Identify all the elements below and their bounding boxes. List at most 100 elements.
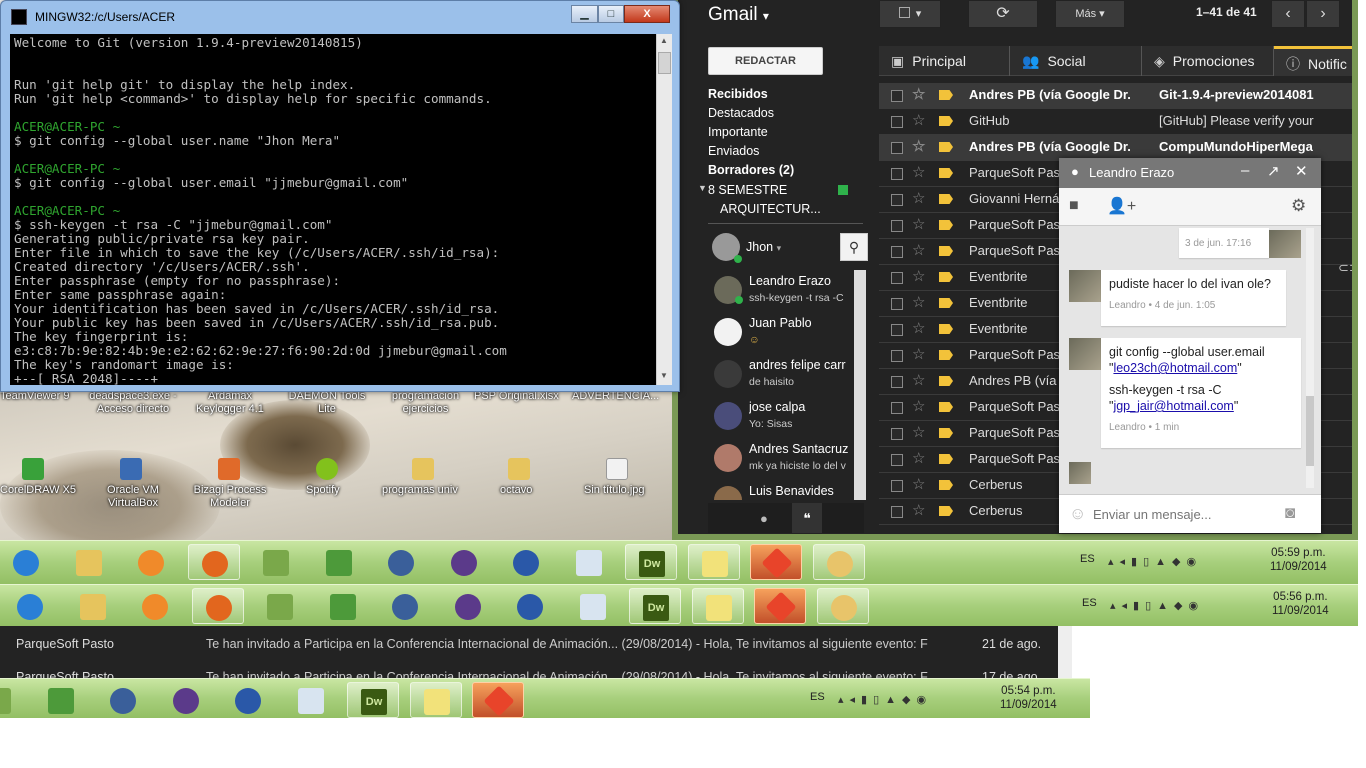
- taskbar-button-media[interactable]: [129, 588, 181, 624]
- taskbar-button-dw[interactable]: Dw: [625, 544, 677, 580]
- terminal-titlebar[interactable]: MINGW32:/c/Users/ACER ▁ □ X: [1, 1, 679, 33]
- bizagi-icon[interactable]: [218, 458, 240, 480]
- importance-marker-icon[interactable]: [939, 246, 953, 256]
- star-icon[interactable]: ☆: [912, 213, 925, 237]
- emoji-icon[interactable]: ☺: [1069, 504, 1086, 524]
- desktop-icon-coreldraw[interactable]: CorelDRAW X5: [0, 484, 76, 497]
- taskbar-button-pg[interactable]: [379, 588, 431, 624]
- importance-marker-icon[interactable]: [939, 376, 953, 386]
- system-tray-icons[interactable]: ▴◂▮▯▲◆◉: [1108, 555, 1202, 568]
- checkbox[interactable]: [891, 220, 903, 232]
- importance-marker-icon[interactable]: [939, 298, 953, 308]
- importance-marker-icon[interactable]: [939, 324, 953, 334]
- camera-icon[interactable]: ◙: [1285, 503, 1295, 523]
- desktop-icon-deadspace[interactable]: deadspace3.exe - Acceso directo: [88, 390, 178, 416]
- search-people-button[interactable]: ⚲: [840, 233, 868, 261]
- tab-promociones[interactable]: ◈ Promociones: [1142, 46, 1274, 76]
- taskbar-button-git[interactable]: [750, 544, 802, 580]
- language-indicator[interactable]: ES: [1082, 597, 1097, 609]
- checkbox[interactable]: [891, 402, 903, 414]
- taskbar-button-firefox[interactable]: [187, 544, 240, 580]
- coreldraw-icon[interactable]: [22, 458, 44, 480]
- desktop-icon-spotify[interactable]: Spotify: [306, 484, 340, 497]
- taskbar-button-sticky[interactable]: [687, 544, 740, 580]
- taskbar-button-firefox[interactable]: [191, 588, 244, 624]
- popout-icon[interactable]: ↗: [1267, 162, 1280, 180]
- email-link[interactable]: jgp_jair@hotmail.com: [1113, 399, 1233, 413]
- taskbar-button-git[interactable]: [472, 682, 524, 718]
- contact-item[interactable]: jose calpa Yo: Sisas: [714, 400, 850, 442]
- checkbox[interactable]: [891, 116, 903, 128]
- taskbar-button-pg[interactable]: [97, 682, 149, 718]
- chat-scrollbar[interactable]: [1306, 228, 1314, 488]
- nav-important[interactable]: Importante: [708, 125, 768, 139]
- importance-marker-icon[interactable]: [939, 194, 953, 204]
- taskbar-button-db[interactable]: [0, 682, 24, 718]
- nav-starred[interactable]: Destacados: [708, 106, 774, 120]
- desktop-icon-octavo[interactable]: octavo: [500, 484, 532, 497]
- email-row[interactable]: ☆ GitHub [GitHub] Please verify your: [879, 109, 1352, 135]
- system-tray-icons[interactable]: ▴◂▮▯▲◆◉: [838, 693, 932, 706]
- star-icon[interactable]: ☆: [912, 499, 925, 523]
- taskbar-clock[interactable]: 05:56 p.m. 11/09/2014: [1272, 590, 1329, 618]
- desktop-icon-programas-univ[interactable]: programas univ: [382, 484, 458, 497]
- taskbar-button-explorer[interactable]: [67, 588, 119, 624]
- importance-marker-icon[interactable]: [939, 428, 953, 438]
- importance-marker-icon[interactable]: [939, 506, 953, 516]
- nav-sent[interactable]: Enviados: [708, 144, 759, 158]
- star-icon[interactable]: ☆: [912, 239, 925, 263]
- taskbar-clock[interactable]: 05:54 p.m. 11/09/2014: [1000, 684, 1057, 712]
- importance-marker-icon[interactable]: [939, 402, 953, 412]
- language-indicator[interactable]: ES: [810, 691, 825, 703]
- star-icon[interactable]: ☆: [912, 421, 925, 445]
- contact-list-scrollbar[interactable]: [854, 270, 866, 500]
- taskbar-button-eclipse[interactable]: [438, 544, 490, 580]
- next-page-button[interactable]: ›: [1306, 0, 1340, 28]
- taskbar-button-start[interactable]: [4, 588, 56, 624]
- checkbox[interactable]: [891, 350, 903, 362]
- checkbox[interactable]: [891, 194, 903, 206]
- checkbox[interactable]: [891, 168, 903, 180]
- taskbar-button-git[interactable]: [754, 588, 806, 624]
- close-icon[interactable]: ✕: [1295, 162, 1308, 180]
- image-file-icon[interactable]: [606, 458, 628, 480]
- minimize-button[interactable]: ▁: [571, 5, 598, 23]
- spotify-icon[interactable]: [316, 458, 338, 480]
- contact-item[interactable]: Luis Benavides: [714, 484, 850, 500]
- taskbar-button-chart[interactable]: [285, 682, 337, 718]
- taskbar-button-media[interactable]: [125, 544, 177, 580]
- star-icon[interactable]: ☆: [912, 265, 925, 289]
- taskbar-button-db[interactable]: [250, 544, 302, 580]
- contact-item[interactable]: andres felipe carr de haisito: [714, 358, 850, 400]
- contact-item[interactable]: Leandro Erazo ssh-keygen -t rsa -C: [714, 274, 850, 316]
- person-icon[interactable]: ●: [760, 511, 774, 526]
- taskbar-button-start[interactable]: [0, 544, 52, 580]
- taskbar-button-eclipse[interactable]: [442, 588, 494, 624]
- email-row[interactable]: ParqueSoft Pasto Te han invitado a Parti…: [0, 631, 1058, 657]
- taskbar-button-db2[interactable]: [313, 544, 365, 580]
- desktop-icon-daemon-tools[interactable]: DAEMON Tools Lite: [282, 390, 372, 416]
- taskbar-button-paint[interactable]: [812, 544, 865, 580]
- chat-message-input[interactable]: [1093, 503, 1283, 525]
- desktop-icon-sin-titulo[interactable]: Sin título.jpg: [584, 484, 645, 497]
- email-link[interactable]: leo23ch@hotmail.com: [1113, 361, 1237, 375]
- star-icon[interactable]: ☆: [912, 83, 925, 107]
- star-icon[interactable]: ☆: [912, 447, 925, 471]
- importance-marker-icon[interactable]: [939, 272, 953, 282]
- star-icon[interactable]: ☆: [912, 343, 925, 367]
- taskbar-button-paint[interactable]: [816, 588, 869, 624]
- contact-item[interactable]: Andres Santacruz mk ya hiciste lo del v: [714, 442, 850, 484]
- checkbox[interactable]: [891, 428, 903, 440]
- taskbar-button-sticky[interactable]: [409, 682, 462, 718]
- scroll-down-icon[interactable]: ▼: [658, 371, 670, 383]
- desktop-icon-ardamax[interactable]: Ardamax Keylogger 4.1: [190, 390, 270, 416]
- importance-marker-icon[interactable]: [939, 350, 953, 360]
- chat-scroll-thumb[interactable]: [1306, 396, 1314, 466]
- gear-icon[interactable]: ⚙: [1291, 196, 1306, 216]
- folder-icon[interactable]: [508, 458, 530, 480]
- terminal-scrollbar[interactable]: ▲ ▼: [656, 34, 672, 385]
- contact-item[interactable]: Juan Pablo ☺: [714, 316, 850, 358]
- importance-marker-icon[interactable]: [939, 220, 953, 230]
- importance-marker-icon[interactable]: [939, 90, 953, 100]
- chat-header[interactable]: ● Leandro Erazo – ↗ ✕: [1059, 158, 1321, 188]
